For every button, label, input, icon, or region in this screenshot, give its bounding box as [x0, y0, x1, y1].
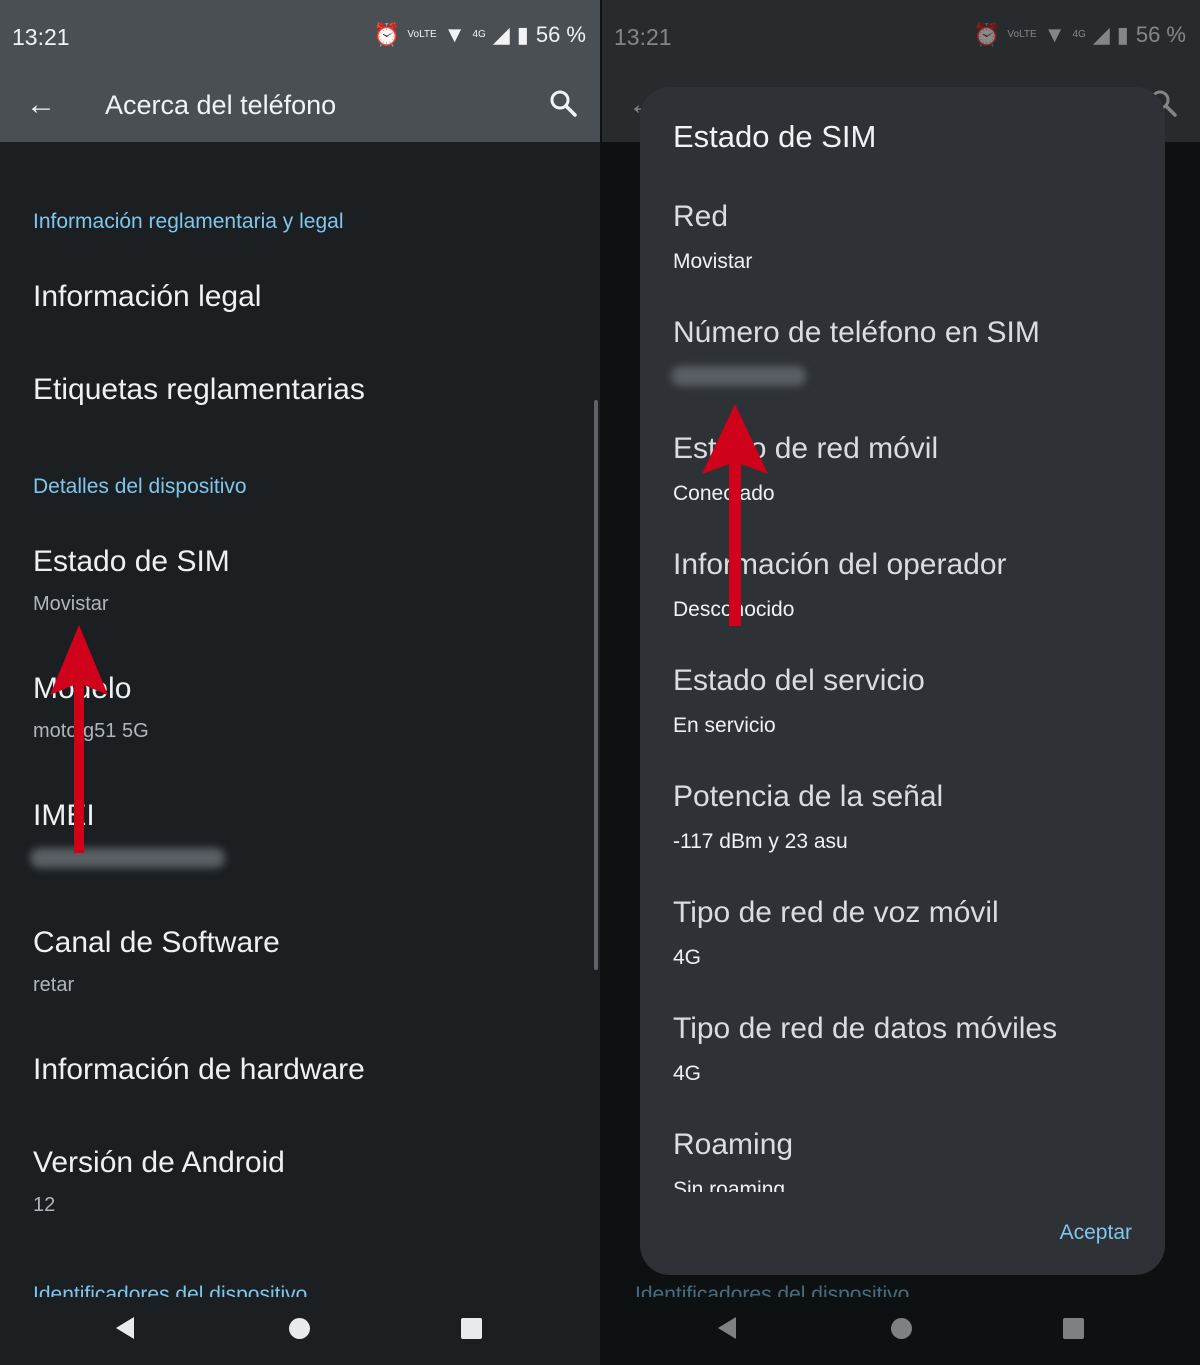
nav-recents-icon[interactable]: [461, 1318, 482, 1339]
red-arrow-icon: [702, 404, 768, 626]
item-sim-status-value: Movistar: [33, 593, 109, 615]
item-hardware-info[interactable]: Información de hardware: [33, 1053, 365, 1087]
row-service-state-label: Estado del servicio: [673, 664, 925, 697]
row-data-network-type-value: 4G: [673, 1062, 702, 1085]
scrollbar[interactable]: [594, 400, 598, 970]
row-service-state-value: En servicio: [673, 714, 776, 737]
arrow-left-icon[interactable]: ←: [26, 88, 56, 122]
phone-number-redacted: [671, 366, 806, 386]
row-roaming-label: Roaming: [673, 1128, 794, 1161]
signal-icon: ◢: [492, 22, 510, 47]
section-identifiers: Identificadores del dispositivo: [33, 1283, 308, 1297]
item-regulatory-labels[interactable]: Etiquetas reglamentarias: [33, 373, 365, 407]
row-voice-network-type-label: Tipo de red de voz móvil: [673, 896, 999, 929]
row-network-label: Red: [673, 200, 729, 233]
page-title: Acerca del teléfono: [105, 90, 337, 120]
row-phone-number-label: Número de teléfono en SIM: [673, 316, 1040, 349]
item-android-version-value: 12: [33, 1194, 56, 1216]
sim-status-dialog: Estado de SIM Red Movistar Número de tel…: [640, 87, 1165, 1275]
search-icon[interactable]: [548, 88, 578, 118]
dialog-list[interactable]: Red Movistar Número de teléfono en SIM E…: [640, 192, 1165, 1192]
item-sim-status[interactable]: Estado de SIM: [33, 545, 230, 579]
row-signal-strength-label: Potencia de la señal: [673, 780, 944, 813]
accept-button[interactable]: Aceptar: [1060, 1221, 1132, 1245]
dialog-title: Estado de SIM: [673, 119, 877, 154]
item-legal-info[interactable]: Información legal: [33, 280, 261, 314]
alarm-icon: ⏰: [373, 22, 401, 47]
wifi-icon: ▼: [443, 22, 466, 47]
battery-icon: ▮: [516, 22, 529, 47]
row-roaming-value: Sin roaming: [673, 1178, 786, 1192]
status-icons: ⏰ VoLTE ▼ 4G ◢ ▮ 56 %: [373, 22, 586, 48]
navigation-bar: [0, 1297, 600, 1365]
row-data-network-type-label: Tipo de red de datos móviles: [673, 1012, 1058, 1045]
item-software-channel[interactable]: Canal de Software: [33, 926, 280, 960]
nav-home-icon[interactable]: [289, 1318, 310, 1339]
item-software-channel-value: retar: [33, 974, 75, 996]
row-voice-network-type-value: 4G: [673, 946, 702, 969]
nav-back-icon[interactable]: [116, 1317, 134, 1339]
status-bar: 13:21 ⏰ VoLTE ▼ 4G ◢ ▮ 56 %: [0, 0, 600, 72]
battery-level: 56 %: [535, 22, 586, 47]
status-time: 13:21: [12, 24, 70, 50]
app-bar: ← Acerca del teléfono: [0, 72, 600, 142]
volte-icon: VoLTE: [407, 29, 437, 40]
network-type: 4G: [472, 29, 486, 40]
row-network-value: Movistar: [673, 250, 753, 273]
item-android-version[interactable]: Versión de Android: [33, 1146, 285, 1180]
section-device-details: Detalles del dispositivo: [33, 475, 247, 498]
about-phone-screen: 13:21 ⏰ VoLTE ▼ 4G ◢ ▮ 56 % ← Acerca del…: [0, 0, 600, 1365]
row-signal-strength-value: -117 dBm y 23 asu: [673, 830, 848, 853]
section-legal: Información reglamentaria y legal: [33, 210, 344, 233]
sim-status-screen: 13:21 ⏰ VoLTE ▼ 4G ◢ ▮ 56 % ← Identifica…: [600, 0, 1200, 1365]
red-arrow-icon: [50, 625, 108, 853]
